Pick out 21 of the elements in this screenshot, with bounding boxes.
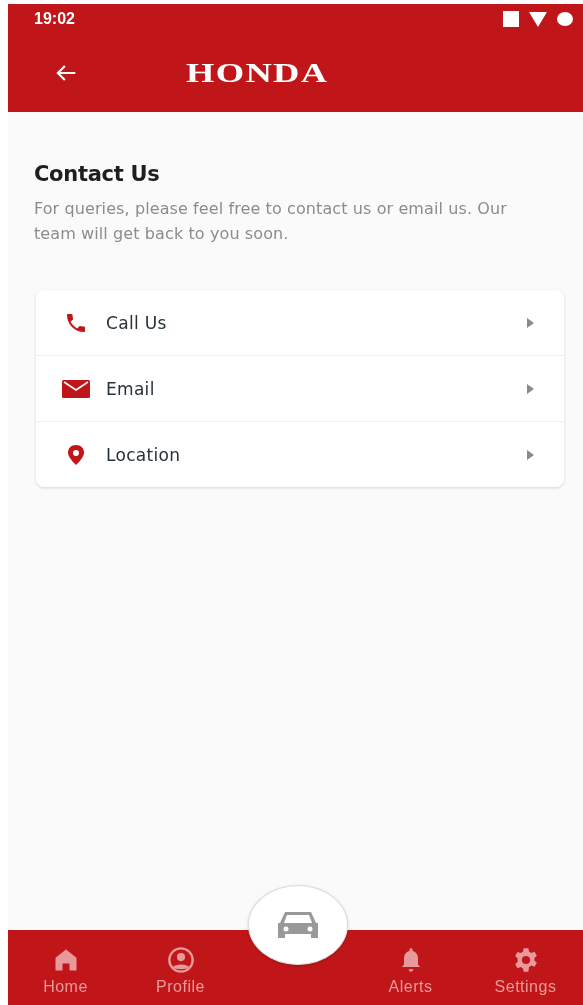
status-time: 19:02 <box>34 10 75 28</box>
brand-logo: HONDA <box>186 57 329 89</box>
nav-tab[interactable]: Home <box>8 930 123 1005</box>
caret-icon <box>527 449 534 460</box>
nav-tab[interactable]: Settings <box>468 930 583 1005</box>
contact-option[interactable]: Email <box>36 356 564 422</box>
square-status-icon <box>503 11 519 27</box>
option-label: Call Us <box>106 312 168 333</box>
contact-option[interactable]: Call Us <box>36 290 564 356</box>
car-icon <box>276 910 320 940</box>
contact-option[interactable]: Location <box>36 422 564 487</box>
nav-tab[interactable]: Profile <box>123 930 238 1005</box>
description-text: For queries, please feel free to contact us or email us. Our team will get back to you soon. <box>34 198 508 245</box>
profile-icon <box>166 945 195 974</box>
page-title: Contact Us <box>34 162 161 186</box>
caret-icon <box>527 383 534 394</box>
nav-tab[interactable]: Alerts <box>353 930 468 1005</box>
wifi-icon <box>529 11 547 27</box>
caret-icon <box>527 317 534 328</box>
option-label: Location <box>106 444 182 465</box>
option-label: Email <box>106 378 156 399</box>
